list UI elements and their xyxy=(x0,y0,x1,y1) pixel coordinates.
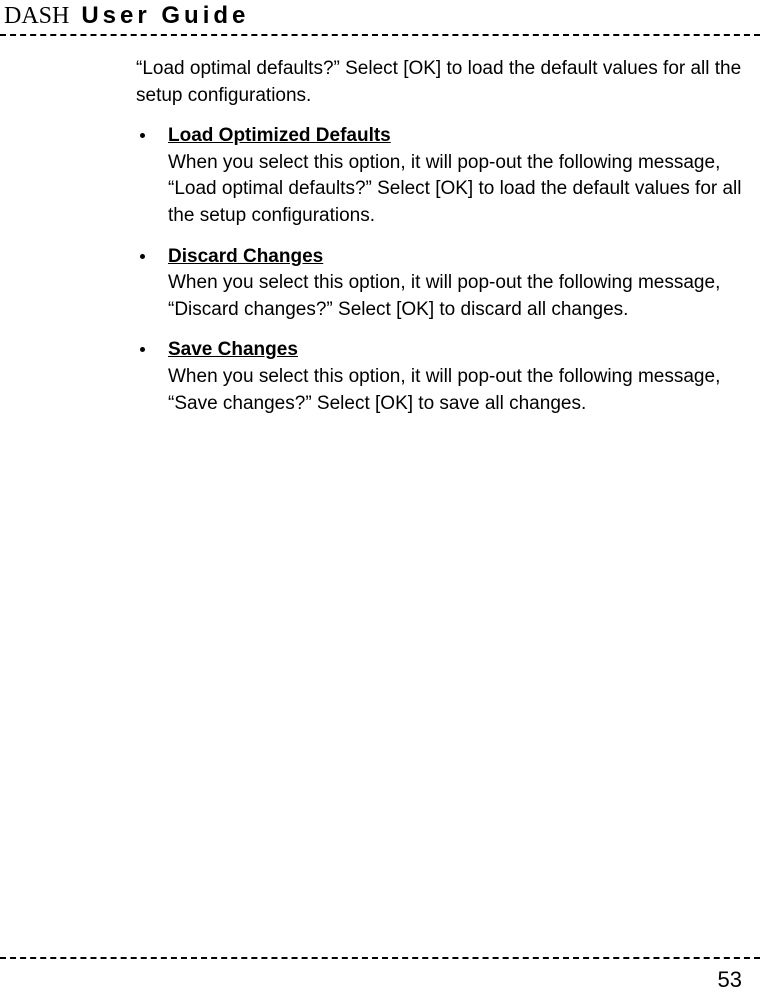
list-item: Discard Changes When you select this opt… xyxy=(136,244,760,324)
list-item: Save Changes When you select this option… xyxy=(136,337,760,417)
item-text: When you select this option, it will pop… xyxy=(168,152,742,226)
bullet-icon xyxy=(140,347,145,352)
page-header: DASH User Guide xyxy=(0,0,760,36)
page-content: “Load optimal defaults?” Select [OK] to … xyxy=(136,36,760,417)
item-title: Load Optimized Defaults xyxy=(168,125,391,146)
item-title: Discard Changes xyxy=(168,246,323,267)
item-text: When you select this option, it will pop… xyxy=(168,366,720,414)
list-item: Load Optimized Defaults When you select … xyxy=(136,123,760,229)
bullet-icon xyxy=(140,254,145,259)
page-footer: 53 xyxy=(0,957,760,993)
header-brand: DASH xyxy=(4,3,69,30)
intro-paragraph: “Load optimal defaults?” Select [OK] to … xyxy=(136,56,760,109)
page-number: 53 xyxy=(0,967,760,993)
footer-divider xyxy=(0,957,760,959)
header-title: User Guide xyxy=(81,2,249,30)
item-text: When you select this option, it will pop… xyxy=(168,272,720,320)
bullet-icon xyxy=(140,133,145,138)
options-list: Load Optimized Defaults When you select … xyxy=(136,123,760,417)
item-title: Save Changes xyxy=(168,339,298,360)
